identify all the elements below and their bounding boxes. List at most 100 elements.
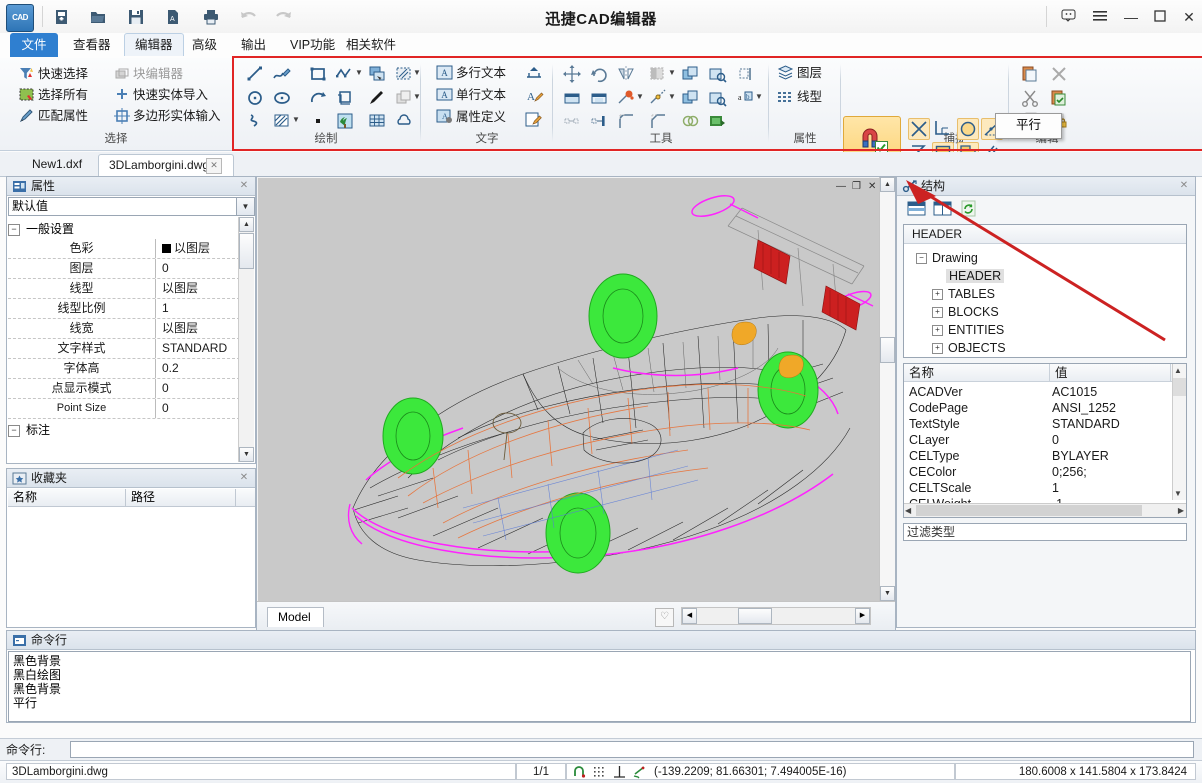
spline-icon[interactable] — [335, 64, 357, 86]
hatch-pattern-dropdown-caret-icon[interactable]: ▼ — [292, 109, 300, 129]
hatch-dropdown-caret-icon[interactable]: ▼ — [413, 62, 421, 82]
grid-scroll-right-icon[interactable]: ▶ — [1178, 504, 1184, 517]
tree-node-drawing[interactable]: − Drawing — [916, 249, 978, 267]
paste-special-icon[interactable] — [1049, 88, 1071, 110]
grid-col-value[interactable]: 值 — [1050, 364, 1171, 382]
canvas-scroll-down-button[interactable]: ▼ — [880, 586, 895, 601]
drawing-canvas[interactable]: — ❐ ✕ — [258, 178, 880, 601]
mirror-icon[interactable] — [616, 64, 638, 86]
snap-perpendicular-icon[interactable] — [932, 118, 954, 140]
structure-filter-input[interactable]: 过滤类型 — [903, 523, 1187, 541]
favorites-panel-close-icon[interactable]: ✕ — [238, 472, 250, 484]
layers-label[interactable]: 图层 — [797, 63, 822, 83]
grid-col-name[interactable]: 名称 — [904, 364, 1050, 382]
favorites-col-name[interactable]: 名称 — [8, 489, 126, 506]
rotate-icon[interactable] — [589, 64, 611, 86]
tree-expander-blocks-icon[interactable]: + — [932, 307, 943, 319]
text-align-icon[interactable] — [524, 64, 546, 86]
array-dropdown-caret-icon[interactable]: ▼ — [668, 62, 676, 82]
rectangle-icon[interactable] — [308, 64, 330, 86]
text-edit-icon[interactable] — [524, 110, 546, 132]
arc-icon[interactable] — [308, 88, 330, 110]
stretch-icon[interactable] — [736, 64, 758, 86]
tab-related-software[interactable]: 相关软件 — [336, 33, 406, 57]
multiline-text-label[interactable]: 多行文本 — [456, 63, 506, 83]
tab-editor[interactable]: 编辑器 — [124, 33, 184, 56]
tree-expander-entities-icon[interactable]: + — [932, 325, 943, 337]
trim-icon[interactable] — [562, 88, 584, 110]
tab-output[interactable]: 输出 — [231, 33, 276, 57]
revision-cloud-icon[interactable] — [335, 88, 357, 110]
property-row-lineweight[interactable]: 线宽 以图层 — [8, 319, 240, 339]
maximize-button[interactable] — [1146, 6, 1174, 28]
grid-icon[interactable] — [592, 765, 608, 779]
tree-node-header[interactable]: HEADER — [946, 267, 1005, 285]
favorites-col-path[interactable]: 路径 — [126, 489, 236, 506]
section-expander-icon-2[interactable]: − — [8, 424, 20, 437]
grid-scroll-up-icon[interactable]: ▲ — [1174, 366, 1182, 375]
circle-icon[interactable] — [245, 88, 267, 110]
polygon-entity-input-label[interactable]: 多边形实体输入 — [133, 106, 221, 126]
offset-icon[interactable] — [680, 88, 702, 110]
structure-tree-box[interactable]: HEADER − Drawing HEADER + TABLES + BLOCKS +… — [903, 224, 1187, 358]
delete-x-icon[interactable] — [1049, 64, 1071, 86]
linetype-label[interactable]: 线型 — [797, 87, 822, 107]
scale-icon[interactable] — [707, 64, 729, 86]
tab-viewer[interactable]: 查看器 — [63, 33, 121, 57]
snap-center-icon[interactable] — [957, 118, 979, 140]
structure-panel-close-icon[interactable]: ✕ — [1178, 180, 1190, 192]
canvas-minimize-button[interactable]: — — [836, 181, 846, 192]
tab-file[interactable]: 文件 — [10, 33, 58, 57]
canvas-vertical-scrollbar[interactable]: ▲ ▼ — [879, 177, 895, 602]
canvas-scroll-thumb[interactable] — [880, 337, 895, 363]
properties-scrollbar[interactable]: ▲ ▼ — [238, 217, 254, 462]
osnap-icon[interactable] — [572, 765, 588, 779]
line-icon[interactable] — [245, 64, 267, 86]
tree-expander-tables-icon[interactable]: + — [932, 289, 943, 301]
properties-section-dimension[interactable]: − 标注 — [8, 420, 240, 440]
break-icon[interactable] — [648, 88, 670, 110]
copy-object-dropdown-caret-icon[interactable]: ▼ — [413, 86, 421, 106]
doc-tab-new1[interactable]: New1.dxf — [22, 154, 92, 175]
block-insert-icon[interactable] — [367, 64, 389, 86]
tab-advanced[interactable]: 高级 — [182, 33, 227, 57]
paste-icon[interactable] — [1020, 64, 1042, 86]
tree-node-objects[interactable]: + OBJECTS — [932, 339, 1006, 357]
model-favorite-icon[interactable]: ♡ — [655, 608, 674, 627]
property-row-pointsize[interactable]: Point Size 0 — [8, 399, 240, 419]
properties-scroll-down-button[interactable]: ▼ — [239, 447, 254, 462]
command-input[interactable] — [70, 741, 1194, 758]
break-dropdown-caret-icon[interactable]: ▼ — [668, 86, 676, 106]
grid-scroll-left-icon[interactable]: ◀ — [905, 504, 911, 517]
snap-toggle-icon[interactable] — [632, 765, 648, 779]
canvas-scroll-right-button[interactable]: ▶ — [855, 608, 870, 624]
tree-expander-drawing-icon[interactable]: − — [916, 253, 927, 265]
singleline-text-label[interactable]: 单行文本 — [456, 85, 506, 105]
move-icon[interactable] — [562, 64, 584, 86]
explode-icon[interactable] — [616, 88, 638, 110]
property-row-pointmode[interactable]: 点显示模式 0 — [8, 379, 240, 399]
tree-expander-objects-icon[interactable]: + — [932, 343, 943, 355]
hamburger-menu-icon[interactable] — [1086, 6, 1114, 28]
tree-node-tables[interactable]: + TABLES — [932, 285, 995, 303]
quick-select-label[interactable]: 快速选择 — [38, 64, 88, 84]
snap-intersection-icon[interactable] — [908, 118, 930, 140]
align-dropdown-caret-icon[interactable]: ▼ — [755, 86, 763, 106]
minimize-button[interactable]: — — [1117, 6, 1145, 28]
structure-property-grid[interactable]: 名称 值 ACADVer AC1015 CodePage ANSI_1252 T… — [903, 363, 1187, 518]
canvas-scroll-left-button[interactable]: ◀ — [682, 608, 697, 624]
property-row-linetype[interactable]: 线型 以图层 — [8, 279, 240, 299]
rotate3d-icon[interactable] — [707, 88, 729, 110]
close-button[interactable]: ✕ — [1175, 6, 1202, 28]
grid-vertical-scrollbar[interactable]: ▲ ▼ — [1172, 364, 1186, 500]
tree-node-entities[interactable]: + ENTITIES — [932, 321, 1004, 339]
grid-scroll-thumb[interactable] — [1173, 378, 1186, 396]
drawing-canvas-area[interactable]: — ❐ ✕ ▲ ▼ Model ♡ ◀ ▶ — [256, 176, 896, 635]
canvas-restore-button[interactable]: ❐ — [852, 181, 861, 192]
doc-tab-close-icon[interactable]: ✕ — [206, 158, 222, 174]
explode-dropdown-caret-icon[interactable]: ▼ — [636, 86, 644, 106]
canvas-close-button[interactable]: ✕ — [868, 181, 876, 192]
copy-icon[interactable] — [680, 64, 702, 86]
properties-scroll-thumb[interactable] — [239, 233, 254, 269]
favorites-col-extra[interactable] — [236, 489, 255, 506]
